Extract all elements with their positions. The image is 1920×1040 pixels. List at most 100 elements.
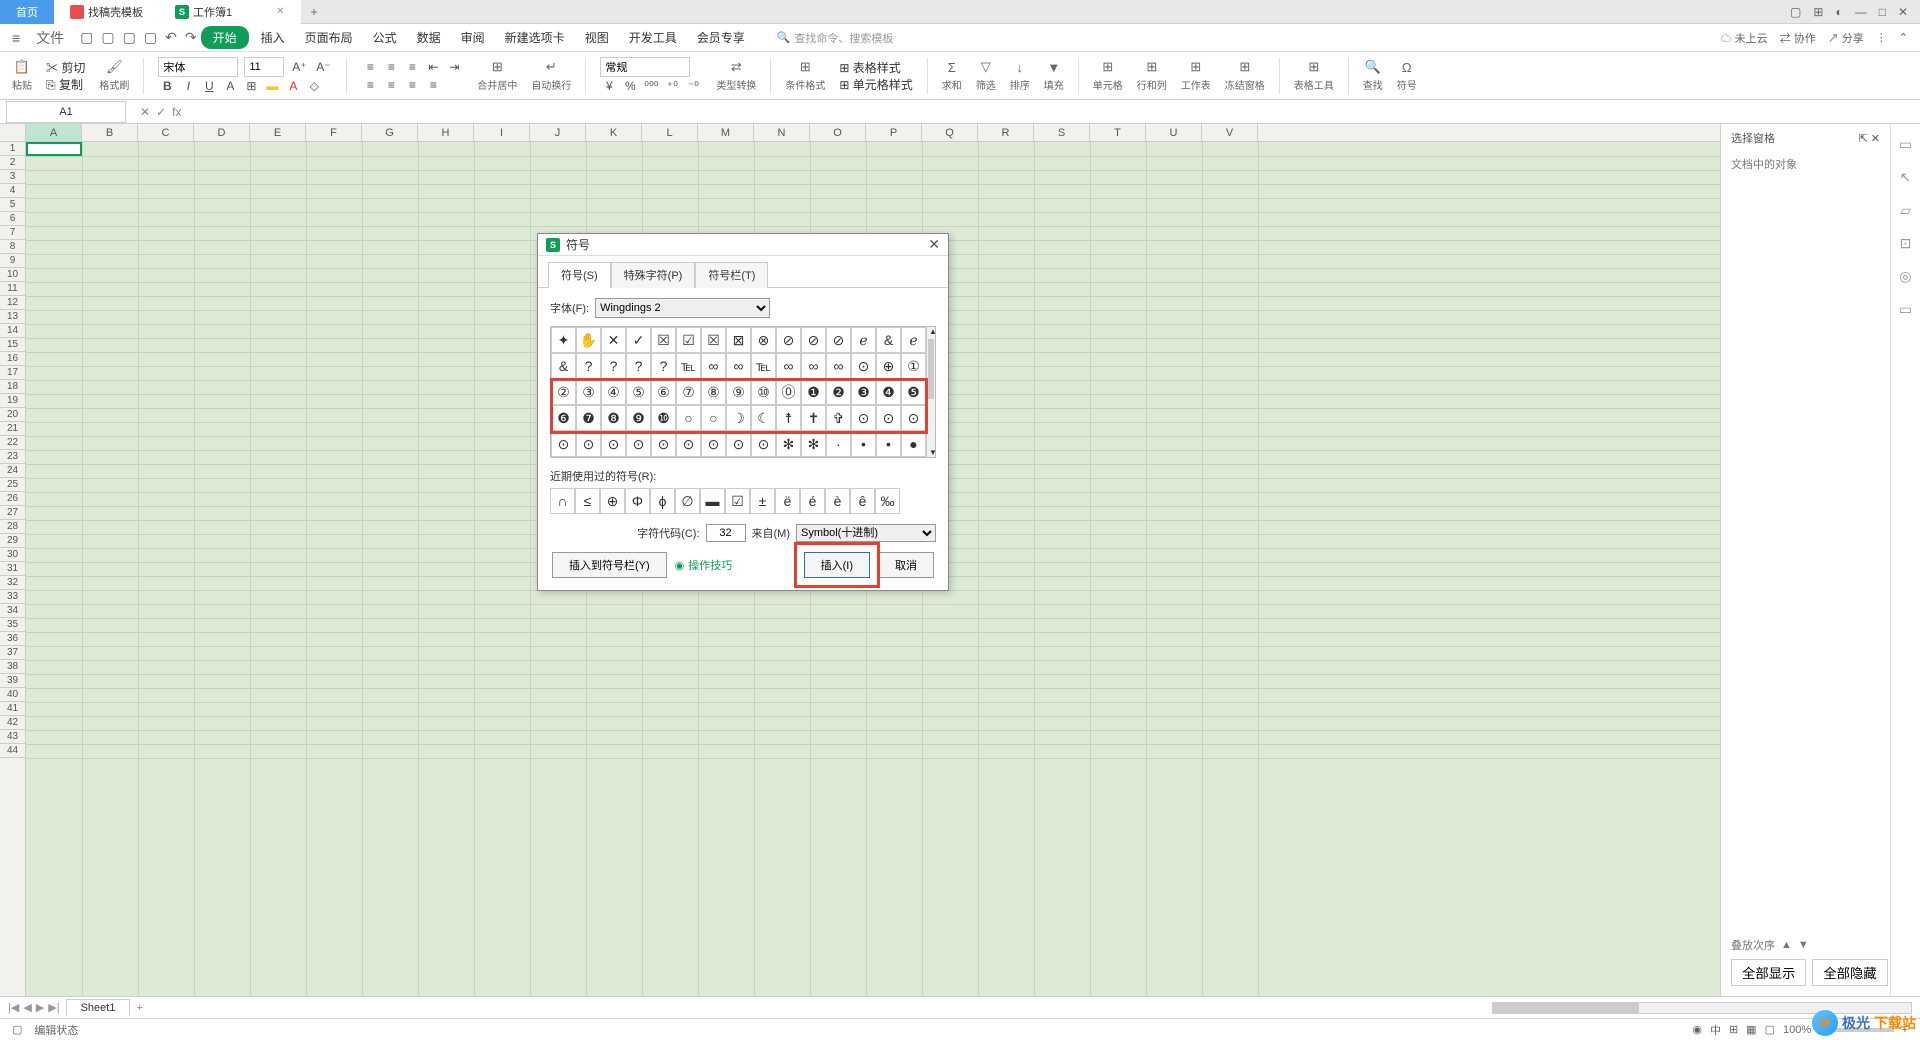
menu-review[interactable]: 审阅: [453, 26, 493, 49]
symbol-cell[interactable]: ⓪: [776, 379, 801, 405]
row-header[interactable]: 5: [0, 198, 25, 212]
symbol-cell[interactable]: &: [876, 327, 901, 353]
symbol-cell[interactable]: ○: [676, 405, 701, 431]
symbol-cell[interactable]: ∞: [826, 353, 851, 379]
bold-icon[interactable]: B: [158, 77, 176, 95]
user-icon[interactable]: ◐: [1835, 5, 1842, 19]
template-tab[interactable]: 找稿壳模板: [54, 0, 159, 24]
symbol-cell[interactable]: ⊙: [851, 353, 876, 379]
underline-icon[interactable]: U: [200, 77, 218, 95]
symbol-cell[interactable]: ☽: [726, 405, 751, 431]
save-icon[interactable]: ▢: [101, 29, 114, 46]
symbol-cell[interactable]: ⑦: [676, 379, 701, 405]
symbol-cell[interactable]: ⊙: [901, 405, 926, 431]
row-header[interactable]: 40: [0, 688, 25, 702]
symbol-cell[interactable]: ⊕: [876, 353, 901, 379]
wrap-group[interactable]: ↵自动换行: [531, 59, 571, 92]
recent-symbol-cell[interactable]: ë: [775, 488, 800, 514]
row-header[interactable]: 35: [0, 618, 25, 632]
find-group[interactable]: 🔍查找: [1363, 59, 1383, 92]
confirm-formula-icon[interactable]: ✓: [156, 105, 166, 119]
indent-dec-icon[interactable]: ⇤: [424, 58, 442, 76]
align-center-icon[interactable]: ≡: [382, 76, 400, 94]
row-header[interactable]: 37: [0, 646, 25, 660]
column-header[interactable]: E: [250, 124, 306, 141]
row-header[interactable]: 25: [0, 478, 25, 492]
cut-button[interactable]: ✂ 剪切: [46, 59, 85, 76]
open-icon[interactable]: ▢: [80, 29, 93, 46]
table-style-button[interactable]: ⊞ 表格样式: [839, 59, 900, 76]
menu-member[interactable]: 会员专享: [689, 26, 753, 49]
column-header[interactable]: N: [754, 124, 810, 141]
select-all-corner[interactable]: [0, 124, 26, 141]
filter-group[interactable]: ▽筛选: [976, 59, 996, 92]
undo-icon[interactable]: ↶: [165, 29, 177, 46]
symbol-cell[interactable]: ⑧: [701, 379, 726, 405]
row-header[interactable]: 2: [0, 156, 25, 170]
column-header[interactable]: D: [194, 124, 250, 141]
copy-button[interactable]: ⎘ 复制: [46, 76, 83, 93]
row-header[interactable]: 21: [0, 422, 25, 436]
row-header[interactable]: 23: [0, 450, 25, 464]
row-header[interactable]: 17: [0, 366, 25, 380]
column-header[interactable]: M: [698, 124, 754, 141]
symbol-cell[interactable]: ⊗: [751, 327, 776, 353]
menu-devtools[interactable]: 开发工具: [621, 26, 685, 49]
symbol-cell[interactable]: ③: [576, 379, 601, 405]
sheet-last-icon[interactable]: ▶|: [48, 1001, 59, 1014]
tips-link[interactable]: ◉ 操作技巧: [675, 557, 733, 573]
collapse-icon[interactable]: ⌃: [1899, 31, 1908, 44]
type-convert-group[interactable]: ⇄类型转换: [716, 59, 756, 92]
column-header[interactable]: L: [642, 124, 698, 141]
row-header[interactable]: 1: [0, 142, 25, 156]
column-header[interactable]: J: [530, 124, 586, 141]
symbol-cell[interactable]: ⑥: [651, 379, 676, 405]
side-shape-icon[interactable]: ▱: [1900, 202, 1911, 219]
column-header[interactable]: V: [1202, 124, 1258, 141]
italic-icon[interactable]: I: [179, 77, 197, 95]
phonetic-icon[interactable]: ◇: [305, 77, 323, 95]
column-header[interactable]: O: [810, 124, 866, 141]
row-header[interactable]: 28: [0, 520, 25, 534]
row-header[interactable]: 30: [0, 548, 25, 562]
symbol-cell[interactable]: ✞: [826, 405, 851, 431]
fill-color-icon[interactable]: ▬: [263, 77, 281, 95]
symbol-cell[interactable]: ②: [551, 379, 576, 405]
preview-icon[interactable]: ▢: [144, 29, 157, 46]
char-code-input[interactable]: [706, 524, 746, 542]
column-header[interactable]: K: [586, 124, 642, 141]
symbol-cell[interactable]: ⊙: [576, 431, 601, 457]
menu-icon[interactable]: ≡: [12, 30, 20, 46]
symbol-cell[interactable]: ❶: [801, 379, 826, 405]
fx-icon[interactable]: fx: [172, 105, 181, 119]
column-header[interactable]: R: [978, 124, 1034, 141]
paste-icon[interactable]: 📋: [14, 59, 30, 75]
recent-symbol-cell[interactable]: ∅: [675, 488, 700, 514]
symbols-tab[interactable]: 符号(S): [548, 262, 611, 288]
symbol-cell[interactable]: ✝: [801, 405, 826, 431]
symbol-cell[interactable]: ⊙: [751, 431, 776, 457]
symbol-bar-tab[interactable]: 符号栏(T): [695, 262, 768, 288]
number-format-select[interactable]: [600, 57, 690, 77]
row-header[interactable]: 43: [0, 730, 25, 744]
redo-icon[interactable]: ↷: [185, 29, 197, 46]
symbol-cell[interactable]: ⊙: [626, 431, 651, 457]
rowcol-group[interactable]: ⊞行和列: [1137, 59, 1167, 92]
close-window-icon[interactable]: ✕: [1898, 5, 1908, 19]
view-normal-icon[interactable]: ⊞: [1729, 1023, 1738, 1036]
menu-formula[interactable]: 公式: [365, 26, 405, 49]
row-header[interactable]: 8: [0, 240, 25, 254]
sheet-first-icon[interactable]: |◀: [8, 1001, 19, 1014]
symbol-cell[interactable]: ❺: [901, 379, 926, 405]
row-header[interactable]: 27: [0, 506, 25, 520]
view-icon2[interactable]: 中: [1710, 1022, 1721, 1038]
symbol-cell[interactable]: ❿: [651, 405, 676, 431]
row-header[interactable]: 44: [0, 744, 25, 758]
cancel-button[interactable]: 取消: [878, 552, 934, 578]
cell-style-button[interactable]: ⊞ 单元格样式: [839, 76, 912, 93]
menu-insert[interactable]: 插入: [253, 26, 293, 49]
row-header[interactable]: 19: [0, 394, 25, 408]
record-icon[interactable]: ▢: [12, 1023, 22, 1036]
maximize-icon[interactable]: □: [1879, 5, 1886, 19]
side-cursor-icon[interactable]: ↖: [1900, 169, 1912, 186]
